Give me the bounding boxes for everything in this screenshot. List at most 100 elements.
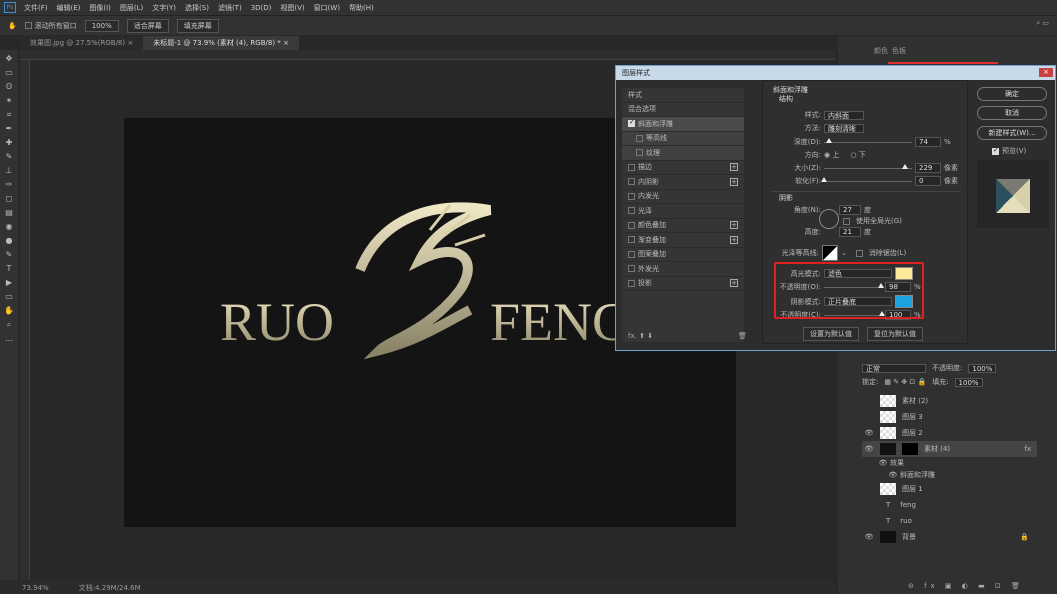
size-input[interactable]: 229 xyxy=(915,163,941,173)
opacity-input[interactable]: 100% xyxy=(968,363,997,373)
layer-footer-icons[interactable]: ⊖ fx ▣ ◐ ▬ ⊡ 🗑 xyxy=(908,582,1024,590)
menu-item[interactable]: 图像(I) xyxy=(89,3,111,13)
menu-item[interactable]: 文件(F) xyxy=(24,3,48,13)
ok-button[interactable]: 确定 xyxy=(977,87,1047,101)
gloss-contour-picker[interactable] xyxy=(822,245,838,261)
style-list-item[interactable]: 颜色叠加 + xyxy=(622,219,744,233)
crop-tool-icon[interactable]: ⌗ xyxy=(3,109,15,121)
angle-input[interactable]: 27 xyxy=(839,205,861,215)
menu-item[interactable]: 帮助(H) xyxy=(349,3,374,13)
style-list-item[interactable]: 斜面和浮雕 xyxy=(622,117,744,132)
fit-screen-button[interactable]: 适合屏幕 xyxy=(126,18,169,33)
direction-up-radio[interactable]: ◉ 上 xyxy=(824,150,839,160)
depth-input[interactable]: 74 xyxy=(915,137,941,147)
move-tool-icon[interactable]: ✥ xyxy=(3,53,15,65)
antialias-checkbox[interactable] xyxy=(855,249,863,257)
menu-item[interactable]: 选择(S) xyxy=(185,3,209,13)
layer-row[interactable]: 图层 3 xyxy=(862,409,1037,425)
style-list-item[interactable]: 混合选项 xyxy=(622,103,744,117)
scroll-all-windows-checkbox[interactable]: 滚动所有窗口 xyxy=(24,21,77,31)
style-checkbox[interactable] xyxy=(636,134,643,142)
style-checkbox[interactable] xyxy=(628,178,635,186)
lasso-tool-icon[interactable]: ʘ xyxy=(3,81,15,93)
stamp-tool-icon[interactable]: ⊥ xyxy=(3,165,15,177)
dodge-tool-icon[interactable]: ● xyxy=(3,235,15,247)
menu-item[interactable]: 滤镜(T) xyxy=(218,3,242,13)
move-down-icon[interactable]: ⬇ xyxy=(647,332,653,340)
make-default-button[interactable]: 设置为默认值 xyxy=(803,327,859,341)
search-icon[interactable]: ⌕ ▭ xyxy=(1036,19,1049,28)
style-checkbox[interactable] xyxy=(628,265,635,273)
style-checkbox[interactable] xyxy=(628,236,635,244)
visibility-eye-icon[interactable]: 👁 xyxy=(862,445,876,453)
menu-item[interactable]: 文字(Y) xyxy=(152,3,176,13)
preview-checkbox[interactable]: 预览(V) xyxy=(992,146,1026,156)
direction-down-radio[interactable]: ○ 下 xyxy=(850,150,865,160)
zoom-tool-icon[interactable]: ⌕ xyxy=(3,319,15,331)
style-checkbox[interactable] xyxy=(628,192,635,200)
visibility-eye-icon[interactable]: 👁 xyxy=(876,459,890,467)
menu-item[interactable]: 编辑(E) xyxy=(57,3,81,13)
chevron-down-icon[interactable]: ⌄ xyxy=(841,249,847,257)
marquee-tool-icon[interactable]: ▭ xyxy=(3,67,15,79)
style-list-item[interactable]: 等高线 xyxy=(622,131,744,146)
layer-row[interactable]: Tfeng xyxy=(862,497,1037,513)
layer-row[interactable]: 👁 素材 (4) fx xyxy=(862,441,1037,457)
style-checkbox[interactable] xyxy=(628,207,635,215)
layer-row[interactable]: 图层 1 xyxy=(862,481,1037,497)
style-list-item[interactable]: 渐变叠加 + xyxy=(622,233,744,248)
style-list-item[interactable]: 内发光 xyxy=(622,190,744,204)
pen-tool-icon[interactable]: ✎ xyxy=(3,249,15,261)
slider-thumb[interactable] xyxy=(821,176,827,182)
reset-default-button[interactable]: 复位为默认值 xyxy=(867,327,923,341)
tab-color[interactable]: 颜色 xyxy=(874,46,888,56)
brush-tool-icon[interactable]: ✎ xyxy=(3,151,15,163)
style-list-item[interactable]: 光泽 xyxy=(622,204,744,219)
tab-swatches[interactable]: 色板 xyxy=(892,46,906,56)
style-list-item[interactable]: 内阴影 + xyxy=(622,175,744,190)
new-style-button[interactable]: 新建样式(W)... xyxy=(977,126,1047,140)
lock-icons[interactable]: ▦ ✎ ✥ ⊡ 🔒 xyxy=(884,378,926,386)
size-slider[interactable] xyxy=(824,163,912,169)
visibility-eye-icon[interactable]: 👁 xyxy=(862,533,876,541)
trash-icon[interactable]: 🗑 xyxy=(738,332,747,340)
menu-item[interactable]: 视图(V) xyxy=(280,3,304,13)
add-icon[interactable]: + xyxy=(730,235,738,244)
history-brush-tool-icon[interactable]: ✑ xyxy=(3,179,15,191)
add-icon[interactable]: + xyxy=(730,279,738,288)
style-checkbox[interactable] xyxy=(628,221,635,229)
fx-button[interactable]: fx. ⬆ ⬇ xyxy=(628,332,653,340)
cancel-button[interactable]: 取消 xyxy=(977,106,1047,120)
style-list-item[interactable]: 纹理 xyxy=(622,146,744,161)
angle-dial[interactable] xyxy=(819,209,839,229)
close-button[interactable]: × xyxy=(1039,68,1053,77)
hand-tool-icon[interactable]: ✋ xyxy=(3,305,15,317)
visibility-eye-icon[interactable]: 👁 xyxy=(862,429,876,437)
path-select-tool-icon[interactable]: ▶ xyxy=(3,277,15,289)
menu-item[interactable]: 窗口(W) xyxy=(314,3,340,13)
global-light-checkbox[interactable] xyxy=(843,217,850,225)
method-select[interactable]: 雕刻清晰 xyxy=(824,123,864,133)
more-tool-icon[interactable]: … xyxy=(3,333,15,345)
style-checkbox[interactable] xyxy=(636,149,643,157)
layer-row[interactable]: 👁 效果 xyxy=(862,457,1037,469)
eraser-tool-icon[interactable]: ◻ xyxy=(3,193,15,205)
zoom-100-button[interactable]: 100% xyxy=(84,19,119,32)
style-list-item[interactable]: 样式 xyxy=(622,88,744,103)
depth-slider[interactable] xyxy=(824,137,912,143)
style-checkbox[interactable] xyxy=(628,163,635,171)
style-list-item[interactable]: 外发光 xyxy=(622,262,744,277)
move-up-icon[interactable]: ⬆ xyxy=(639,332,645,340)
style-select[interactable]: 内斜面 xyxy=(824,110,864,120)
layer-row[interactable]: 👁 图层 2 xyxy=(862,425,1037,441)
slider-thumb[interactable] xyxy=(826,137,833,143)
fill-input[interactable]: 100% xyxy=(954,377,983,387)
eyedropper-tool-icon[interactable]: ✒ xyxy=(3,123,15,135)
layer-row[interactable]: 👁 斜面和浮雕 xyxy=(862,469,1037,481)
style-list-item[interactable]: 图案叠加 xyxy=(622,248,744,262)
type-tool-icon[interactable]: T xyxy=(3,263,15,275)
layer-row[interactable]: 素材 (2) xyxy=(862,393,1037,409)
style-checkbox[interactable] xyxy=(628,118,635,128)
slider-thumb[interactable] xyxy=(901,163,908,169)
menu-item[interactable]: 图层(L) xyxy=(120,3,143,13)
